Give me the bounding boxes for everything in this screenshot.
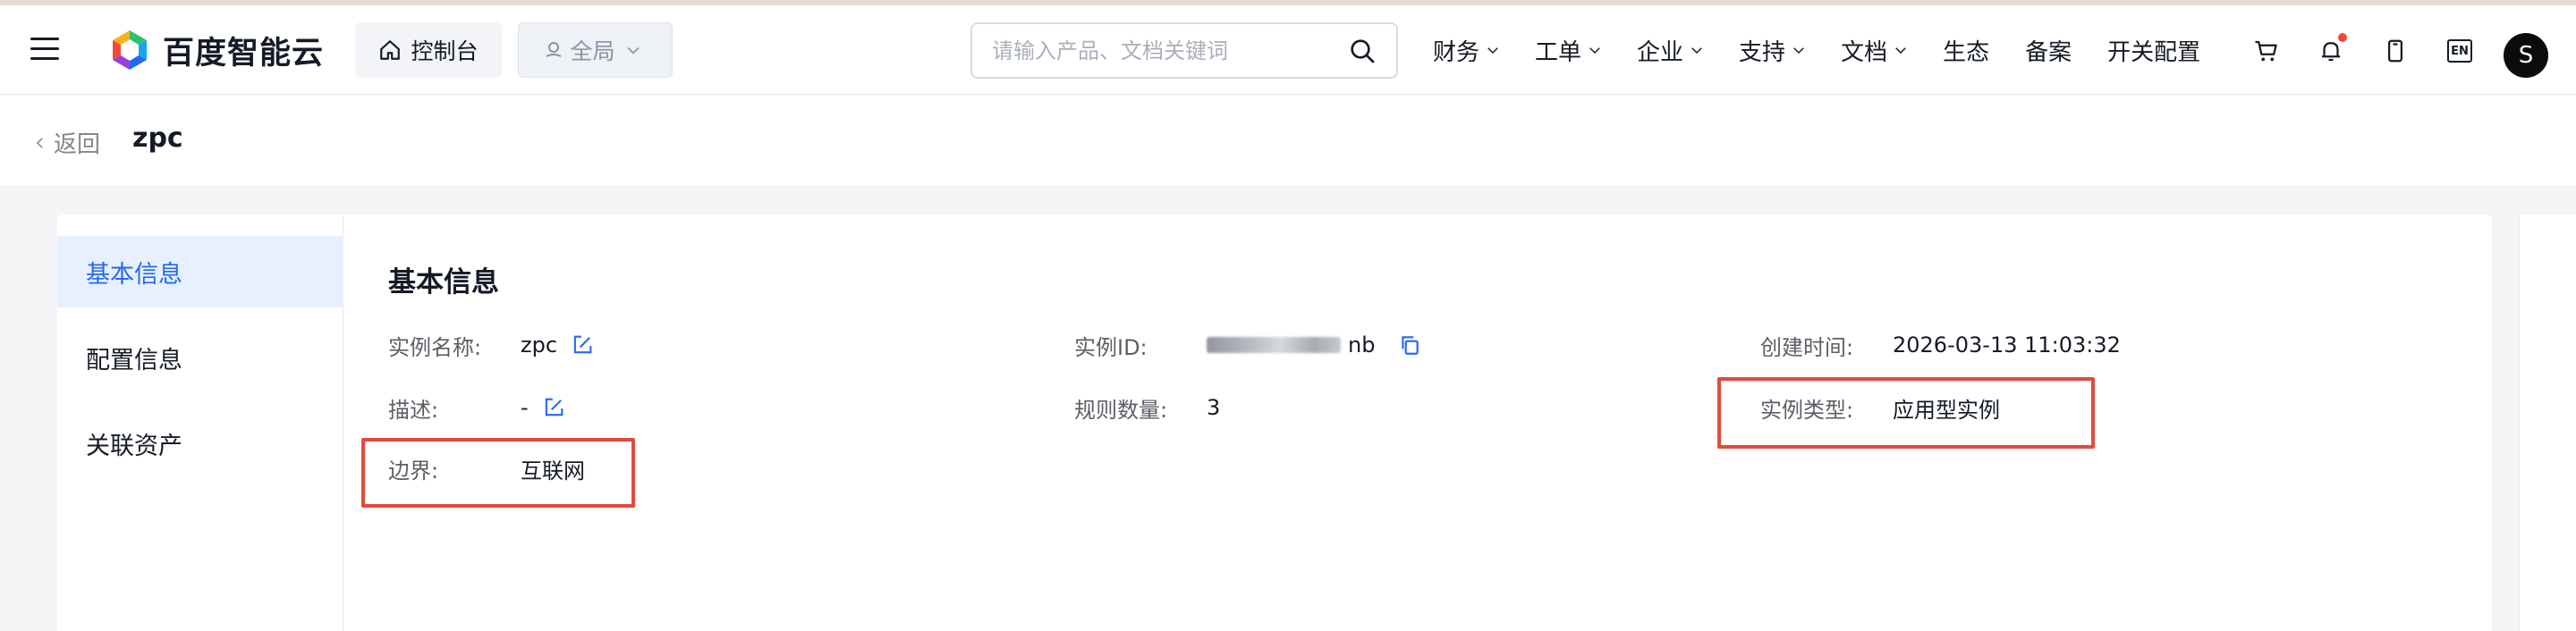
back-label: 返回 <box>54 131 101 158</box>
cart-button[interactable] <box>2247 31 2286 71</box>
nav-ecosystem[interactable]: 生态 <box>1943 34 1989 67</box>
nav-switch-config[interactable]: 开关配置 <box>2107 34 2200 67</box>
chevron-down-icon <box>1589 47 1600 55</box>
search-box[interactable] <box>970 22 1398 79</box>
edit-icon[interactable] <box>570 332 595 358</box>
chevron-down-icon <box>1895 47 1906 55</box>
mobile-button[interactable] <box>2376 31 2415 71</box>
sidebar-item-config-info[interactable]: 配置信息 <box>57 322 343 393</box>
highlight-box-boundary <box>361 438 635 508</box>
copy-icon[interactable] <box>1398 333 1421 357</box>
instance-id-label: 实例ID: <box>1074 334 1148 360</box>
location-icon <box>547 42 562 57</box>
created-time-value: 2026-03-13 11:03:32 <box>1893 332 2121 358</box>
menu-icon[interactable] <box>30 38 59 61</box>
field-instance-name: 实例名称: zpc <box>388 327 595 363</box>
back-link[interactable]: 返回 <box>32 126 100 159</box>
description-label: 描述: <box>388 397 439 423</box>
instance-id-value: nb <box>1207 332 1375 358</box>
search-icon[interactable] <box>1348 37 1377 65</box>
chevron-left-icon <box>36 137 43 148</box>
console-button[interactable]: 控制台 <box>355 22 502 78</box>
detail-card: 基本信息 配置信息 关联资产 基本信息 实例名称: zpc 实例ID: nb 创… <box>57 215 2492 631</box>
field-created-time: 创建时间: 2026-03-13 11:03:32 <box>1760 327 2121 363</box>
user-avatar[interactable]: S <box>2504 33 2548 78</box>
highlight-box-instance-type <box>1717 377 2095 449</box>
field-instance-id: 实例ID: nb <box>1074 327 1421 363</box>
notification-button[interactable] <box>2311 31 2351 71</box>
chevron-down-icon <box>1487 47 1498 55</box>
nav-enterprise[interactable]: 企业 <box>1637 34 1705 67</box>
notification-dot <box>2338 33 2347 42</box>
header-tools: EN <box>2247 29 2504 73</box>
instance-name-label: 实例名称: <box>388 334 482 360</box>
region-select[interactable]: 全局 <box>518 22 673 78</box>
top-nav: 财务 工单 企业 支持 文档 生态 备案 开关配置 <box>1433 23 2236 77</box>
created-time-label: 创建时间: <box>1760 334 1854 360</box>
chevron-down-icon <box>627 46 639 55</box>
home-icon <box>380 40 401 60</box>
nav-ticket[interactable]: 工单 <box>1535 34 1603 67</box>
chevron-down-icon <box>1691 47 1702 55</box>
edit-icon[interactable] <box>541 395 566 420</box>
section-title: 基本信息 <box>388 266 499 299</box>
cart-icon <box>2255 40 2277 62</box>
field-rule-count: 规则数量: 3 <box>1074 390 1220 425</box>
sidebar-item-basic-info[interactable]: 基本信息 <box>57 236 343 307</box>
brand-name: 百度智能云 <box>163 35 325 72</box>
rule-count-label: 规则数量: <box>1074 397 1168 423</box>
region-label: 全局 <box>570 38 615 64</box>
instance-name-value: zpc <box>521 332 558 358</box>
page-title: zpc <box>132 122 183 154</box>
nav-filing[interactable]: 备案 <box>2025 34 2072 67</box>
baidu-cloud-logo-icon <box>113 30 147 70</box>
search-input[interactable] <box>992 38 1348 63</box>
language-icon: EN <box>2447 39 2472 63</box>
detail-sidebar: 基本信息 配置信息 关联资产 <box>57 215 343 631</box>
field-description: 描述: - <box>388 390 566 425</box>
nav-finance[interactable]: 财务 <box>1433 34 1501 67</box>
brand-logo[interactable]: 百度智能云 <box>107 27 324 73</box>
breadcrumb: 返回 zpc <box>0 96 2576 185</box>
chevron-down-icon <box>1793 47 1804 55</box>
description-value: - <box>521 395 529 420</box>
console-label: 控制台 <box>411 38 479 64</box>
top-header: 百度智能云 控制台 全局 财务 工单 企业 支持 文档 生态 备案 开关配置 <box>0 5 2576 95</box>
language-button[interactable]: EN <box>2440 31 2479 71</box>
sidebar-item-related-assets[interactable]: 关联资产 <box>57 408 343 479</box>
nav-docs[interactable]: 文档 <box>1841 34 1909 67</box>
redacted-text <box>1207 337 1341 353</box>
rule-count-value: 3 <box>1207 395 1221 420</box>
nav-support[interactable]: 支持 <box>1739 34 1807 67</box>
mobile-icon <box>2388 39 2402 63</box>
right-side-panel <box>2519 215 2576 631</box>
